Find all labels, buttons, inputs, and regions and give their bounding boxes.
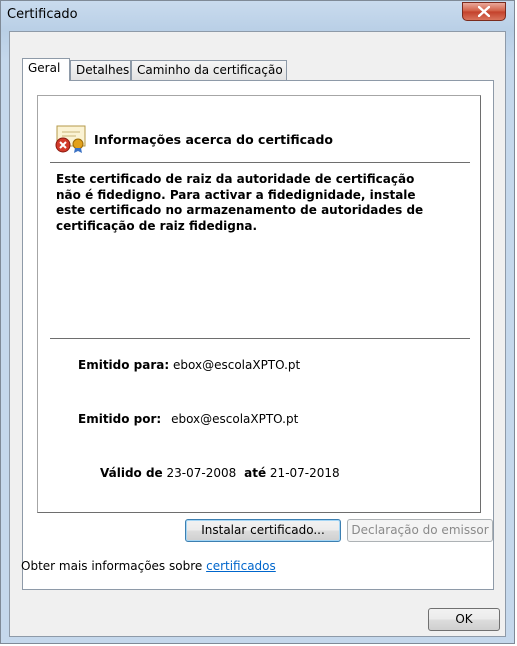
close-button[interactable] [462,2,506,21]
tab-general[interactable]: Geral [22,58,70,81]
tab-label: Caminho da certificação [137,63,283,77]
tab-panel-general: Informações acerca do certificado Este c… [21,80,494,590]
more-info-label: Obter mais informações sobre [21,559,203,573]
info-description: Este certificado de raiz da autoridade d… [56,172,424,233]
divider [50,162,470,163]
issued-to-row: Emitido para: ebox@escolaXPTO.pt [78,358,300,372]
validity-row: Válido de 23-07-2008 até 21-07-2018 [100,466,340,480]
tab-label: Detalhes [76,63,130,77]
issued-to-label: Emitido para: [78,358,170,372]
certificate-dialog: Certificado Geral Detalhes Caminho da ce… [0,0,515,644]
ok-button[interactable]: OK [428,608,500,631]
certificate-error-icon [55,125,86,153]
install-certificate-button[interactable]: Instalar certificado... [185,519,341,542]
issued-to-value: ebox@escolaXPTO.pt [173,358,301,372]
tab-details[interactable]: Detalhes [70,60,131,80]
certificate-info-box: Informações acerca do certificado Este c… [37,95,481,513]
tab-label: Geral [28,61,61,75]
dialog-body: Geral Detalhes Caminho da certificação I… [9,31,506,637]
tab-certification-path[interactable]: Caminho da certificação [131,60,287,80]
certificates-link[interactable]: certificados [206,559,276,573]
close-icon [478,6,490,17]
title-bar[interactable]: Certificado [1,1,514,31]
issuer-statement-button[interactable]: Declaração do emissor [347,519,493,542]
more-info-text: Obter mais informações sobre certificado… [21,559,276,573]
issued-by-row: Emitido por: ebox@escolaXPTO.pt [78,412,298,426]
window-title: Certificado [7,7,78,22]
issued-by-value: ebox@escolaXPTO.pt [171,412,299,426]
valid-to-value: 21-07-2018 [269,466,340,480]
issued-by-label: Emitido por: [78,412,162,426]
valid-from-value: 23-07-2008 [166,466,237,480]
divider [50,338,470,339]
valid-from-label: Válido de [100,466,163,480]
valid-to-label: até [244,466,267,480]
info-title: Informações acerca do certificado [94,132,333,147]
